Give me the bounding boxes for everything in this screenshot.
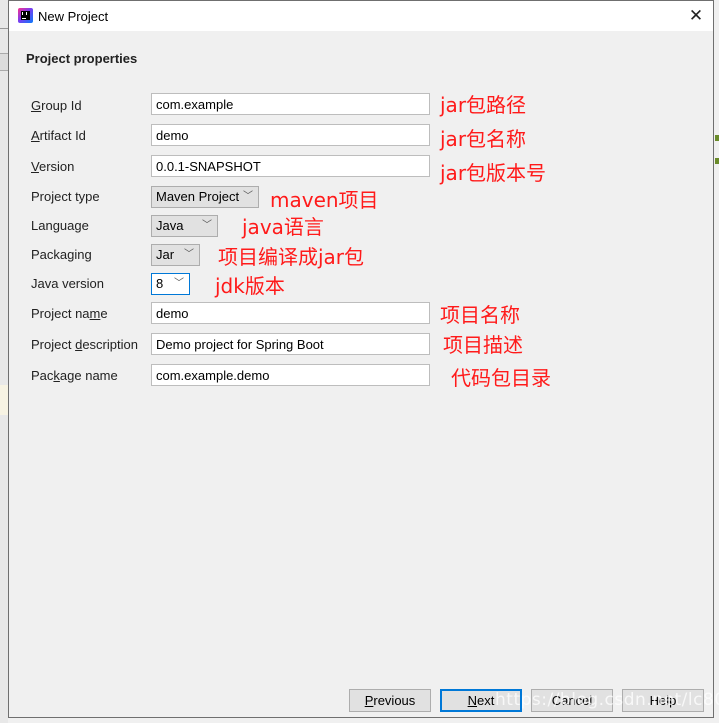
project-name-annotation: 项目名称: [440, 303, 520, 327]
background-marker: [715, 135, 719, 141]
help-button[interactable]: Help: [622, 689, 704, 712]
label-text: Pac: [31, 368, 54, 383]
project-description-annotation: 项目描述: [443, 333, 523, 357]
artifact-id-label: Artifact Id: [31, 128, 86, 143]
java-version-annotation: jdk版本: [215, 274, 285, 298]
project-type-annotation: maven项目: [270, 188, 379, 212]
group-id-annotation: jar包路径: [440, 93, 527, 117]
label-text: e: [100, 306, 108, 321]
intellij-app-icon: [18, 8, 33, 23]
chevron-down-icon: ﹀: [243, 191, 253, 202]
mnemonic: m: [89, 306, 101, 321]
label-text: Project na: [31, 306, 90, 321]
project-type-select[interactable]: Maven Project ﹀: [151, 186, 259, 208]
chevron-down-icon: ﹀: [184, 249, 194, 260]
project-name-input[interactable]: [151, 302, 430, 324]
title-bar: New Project ✕: [9, 1, 713, 31]
project-type-label: Project type: [31, 189, 100, 204]
project-description-input[interactable]: [151, 333, 430, 355]
package-name-input[interactable]: [151, 364, 430, 386]
mnemonic: G: [31, 98, 42, 113]
label-text: age name: [59, 368, 118, 383]
packaging-label: Packaging: [31, 247, 92, 262]
version-annotation: jar包版本号: [440, 161, 547, 185]
artifact-id-input[interactable]: [151, 124, 430, 146]
label-text: rtifact Id: [39, 128, 86, 143]
mnemonic: V: [31, 159, 39, 174]
mnemonic: A: [31, 128, 40, 143]
background-ide-right: [715, 0, 719, 723]
project-name-label: Project name: [31, 306, 108, 321]
label-text: Project: [31, 337, 76, 352]
section-title: Project properties: [26, 51, 138, 66]
background-tab: [0, 53, 8, 71]
language-select[interactable]: Java ﹀: [151, 215, 218, 237]
group-id-input[interactable]: [151, 93, 430, 115]
label-text: roup Id: [41, 98, 82, 113]
button-label: ext: [477, 693, 495, 708]
label-text: ersion: [38, 159, 75, 174]
window-title: New Project: [38, 9, 109, 24]
background-divider: [0, 28, 8, 29]
next-button[interactable]: Next: [440, 689, 522, 712]
mnemonic: N: [467, 693, 478, 708]
packaging-annotation: 项目编译成jar包: [218, 245, 365, 269]
java-version-select[interactable]: 8 ﹀: [151, 273, 190, 295]
language-label: Language: [31, 218, 89, 233]
select-value: Jar: [156, 247, 175, 262]
version-input[interactable]: [151, 155, 430, 177]
artifact-id-annotation: jar包名称: [440, 127, 527, 151]
group-id-label: Group Id: [31, 98, 82, 113]
background-marker: [715, 158, 719, 164]
button-label: revious: [373, 693, 416, 708]
select-value: Maven Project: [156, 189, 240, 204]
project-description-label: Project description: [31, 337, 138, 352]
new-project-dialog: New Project ✕ Project properties Group I…: [8, 0, 714, 718]
chevron-down-icon: ﹀: [174, 278, 184, 289]
close-icon[interactable]: ✕: [685, 5, 707, 27]
label-text: escription: [82, 337, 138, 352]
java-version-label: Java version: [31, 276, 104, 291]
package-name-label: Package name: [31, 368, 118, 383]
version-label: Version: [31, 159, 74, 174]
chevron-down-icon: ﹀: [202, 220, 212, 231]
packaging-select[interactable]: Jar ﹀: [151, 244, 200, 266]
background-highlight: [0, 385, 8, 415]
package-name-annotation: 代码包目录: [451, 366, 551, 390]
select-value: Java: [156, 218, 184, 233]
previous-button[interactable]: Previous: [349, 689, 431, 712]
language-annotation: java语言: [242, 215, 324, 239]
select-value: 8: [156, 276, 164, 291]
background-ide-left: [0, 0, 8, 723]
cancel-button[interactable]: Cancel: [531, 689, 613, 712]
